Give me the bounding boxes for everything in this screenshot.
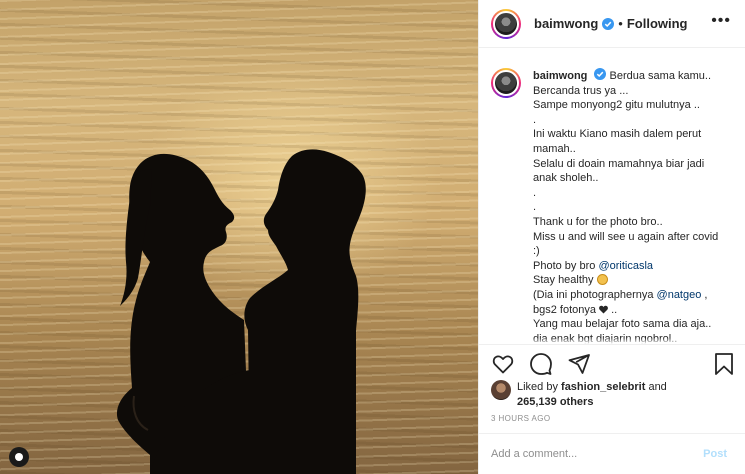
caption-line: . [533, 186, 537, 199]
caption-text-segment: bgs2 fotonya [533, 303, 600, 316]
likes-count[interactable]: 265,139 others [517, 396, 593, 408]
mention-link[interactable]: @oriticasla [598, 260, 653, 272]
caption-text-segment: , [701, 288, 708, 301]
caption-line: Ini waktu Kiano masih dalem perut [533, 128, 702, 141]
caption-text-segment: .. [608, 303, 618, 316]
likes-text: Liked by fashion_selebrit and 265,139 ot… [517, 380, 667, 410]
caption-photographer-line: (Dia ini photographernya @natgeo , [533, 288, 733, 303]
caption-author-avatar[interactable] [491, 68, 521, 98]
author-username[interactable]: baimwong [534, 16, 598, 31]
liker-username[interactable]: fashion_selebrit [561, 381, 645, 393]
caption-line: . [533, 201, 537, 214]
liker-avatar[interactable] [491, 380, 511, 400]
caption-text-segment: Photo by bro [533, 259, 599, 272]
likes-summary: Liked by fashion_selebrit and 265,139 ot… [491, 380, 741, 410]
caption-stay-healthy: Stay healthy [533, 273, 733, 288]
caption-line: Berdua sama kamu.. [609, 70, 712, 82]
verified-badge-icon [602, 17, 615, 30]
caption-scroll-area[interactable]: baimwong Berdua sama kamu.. Bercanda tru… [479, 48, 745, 344]
likes-prefix: Liked by [517, 381, 562, 393]
caption-line: mamah.. [533, 142, 576, 155]
caption-line: Selalu di doain mamahnya biar jadi [533, 157, 705, 170]
likes-and: and [645, 381, 667, 393]
caption-photo-credit: Photo by bro @oriticasla [533, 259, 733, 274]
caption-line: anak sholeh.. [533, 172, 599, 185]
caption-line: :) [533, 245, 540, 258]
share-icon[interactable] [567, 352, 591, 376]
smiling-face-emoji-icon [596, 274, 608, 286]
caption-username[interactable]: baimwong [533, 70, 587, 82]
verified-badge-icon [594, 68, 607, 80]
bookmark-icon[interactable] [713, 352, 735, 376]
caption-line: Thank u for the photo bro.. [533, 215, 663, 228]
caption-line: Yang mau belajar foto sama dia aja.. [533, 318, 712, 331]
post-side-panel: baimwong • Following ••• baimwong Berdua… [478, 0, 745, 474]
post-comment-button[interactable]: Post [703, 448, 727, 460]
post-photo[interactable] [0, 0, 478, 474]
comment-input[interactable] [491, 448, 704, 460]
black-heart-emoji-icon [599, 305, 608, 314]
mention-link[interactable]: @natgeo [657, 289, 702, 301]
caption-text: baimwong Berdua sama kamu.. Bercanda tru… [533, 68, 733, 344]
author-avatar[interactable] [491, 8, 521, 39]
caption-line: Bercanda trus ya ... [533, 84, 629, 97]
caption-first-line: baimwong Berdua sama kamu.. [533, 68, 733, 84]
header-separator: • [618, 16, 623, 31]
post-actions [479, 344, 745, 382]
caption-bgs2-line: bgs2 fotonya .. [533, 303, 733, 318]
caption-line: Miss u and will see u again after covid [533, 230, 719, 243]
post-timestamp[interactable]: 3 HOURS AGO [491, 414, 551, 423]
post-header: baimwong • Following ••• [479, 0, 745, 48]
couple-silhouette [117, 149, 366, 474]
following-button[interactable]: Following [627, 16, 688, 31]
more-options-icon[interactable]: ••• [711, 13, 731, 29]
instagram-post-modal: baimwong • Following ••• baimwong Berdua… [0, 0, 745, 474]
tag-icon[interactable] [9, 447, 29, 467]
caption-line: . [533, 113, 537, 126]
comment-icon[interactable] [529, 352, 553, 376]
comment-bar: Post [479, 433, 745, 474]
caption-line: Sampe monyong2 gitu mulutnya .. [533, 99, 700, 112]
caption-text-segment: Stay healthy [533, 274, 597, 287]
heart-icon[interactable] [491, 352, 515, 376]
caption-text-segment: (Dia ini photographernya [533, 288, 657, 301]
